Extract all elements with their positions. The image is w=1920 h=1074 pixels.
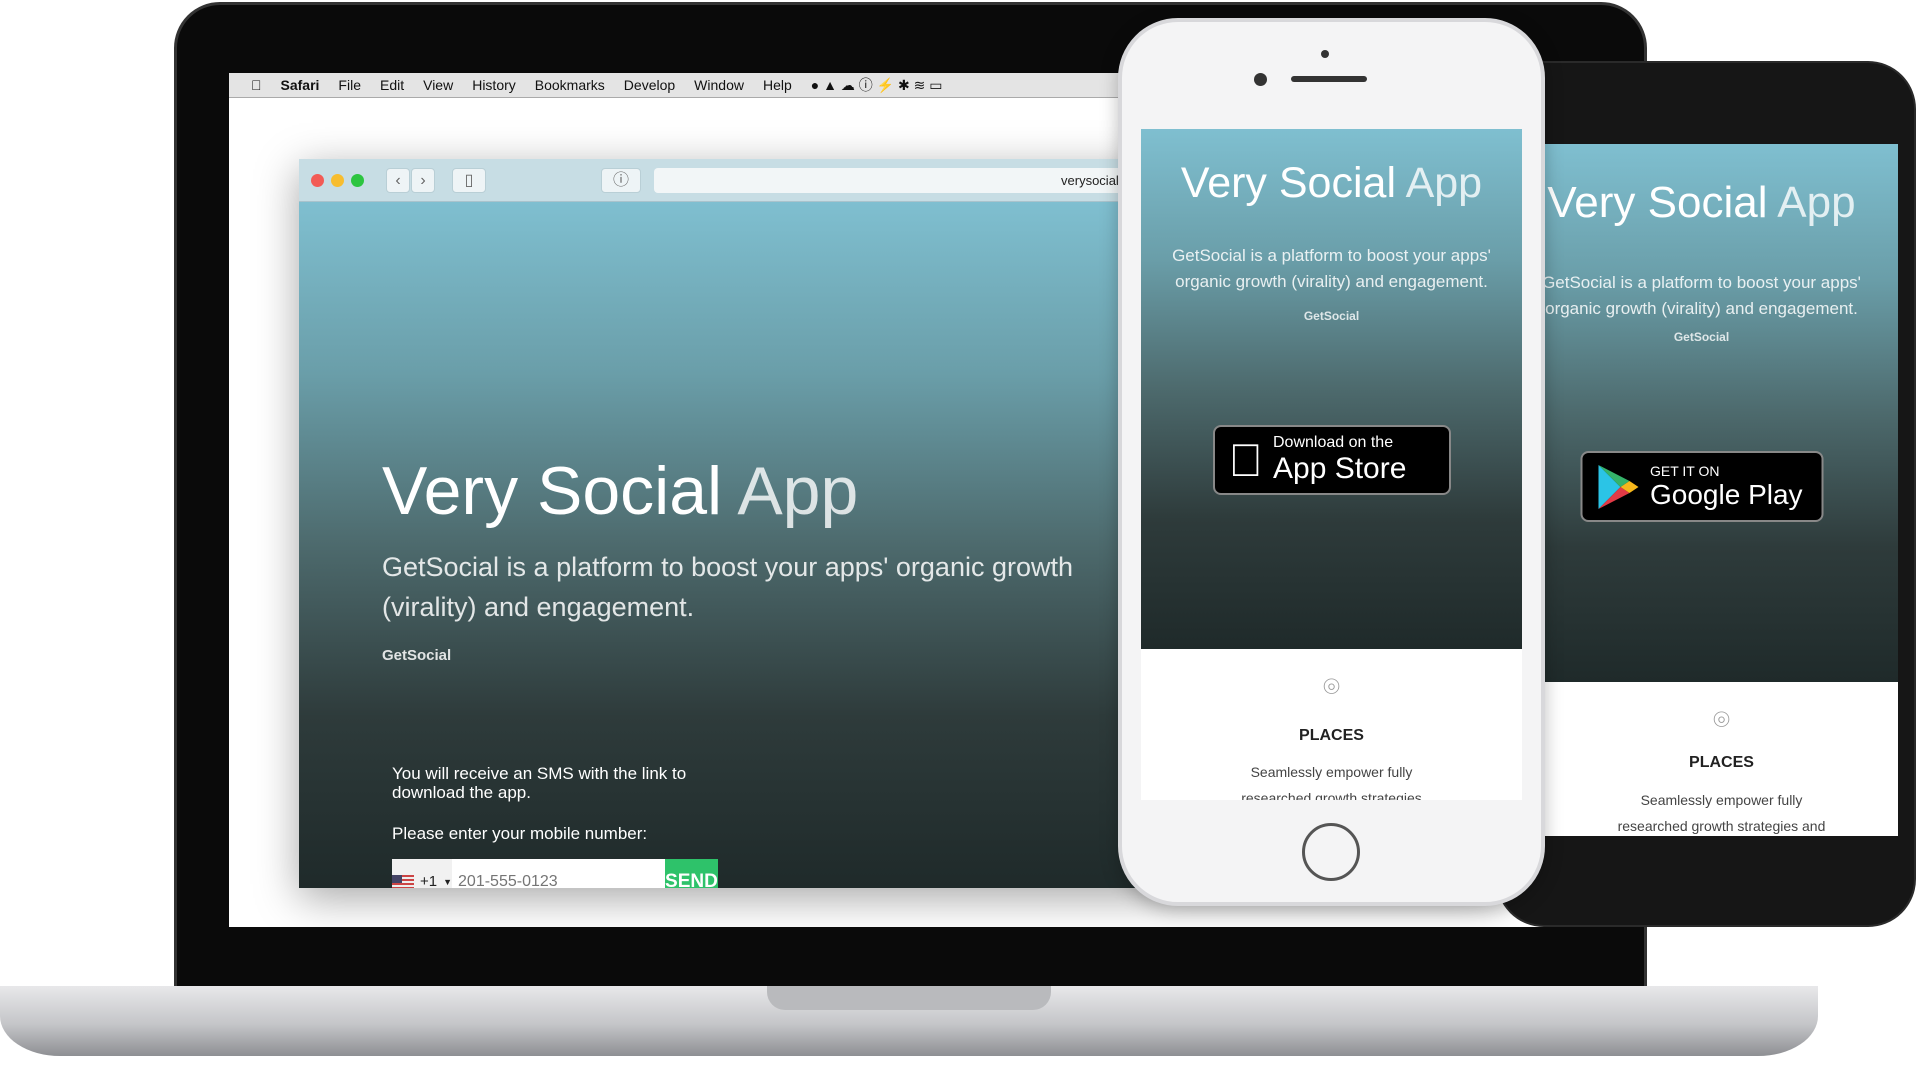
map-pin-icon: ⌾ <box>1323 671 1340 702</box>
iphone-sensor <box>1321 50 1329 58</box>
menu-file[interactable]: File <box>338 77 361 93</box>
android-hero: Very Social App GetSocial is a platform … <box>1545 144 1898 682</box>
menu-edit[interactable]: Edit <box>380 77 404 93</box>
menu-view[interactable]: View <box>423 77 453 93</box>
iphone-subtitle: GetSocial is a platform to boost your ap… <box>1172 246 1491 291</box>
android-brand: GetSocial <box>1673 330 1730 344</box>
menu-history[interactable]: History <box>472 77 516 93</box>
sms-info: You will receive an SMS with the link to… <box>392 764 687 802</box>
hero-subtitle: GetSocial is a platform to boost your ap… <box>382 552 1074 622</box>
map-pin-icon: ⌾ <box>1713 704 1730 735</box>
title-bold: Very Social <box>1180 159 1396 207</box>
sidebar-icon[interactable]: ▯ <box>452 168 486 193</box>
title-thin: App <box>737 453 859 529</box>
hero-title: Very Social App <box>382 452 858 530</box>
minimize-button[interactable] <box>331 174 344 187</box>
feature-text: Seamlessly empower fully researched grow… <box>1617 792 1826 834</box>
title-thin: App <box>1777 178 1856 227</box>
feature-text: Seamlessly empower fully researched grow… <box>1241 764 1422 800</box>
phone-prompt: Please enter your mobile number: <box>392 824 648 843</box>
title-thin: App <box>1405 159 1483 207</box>
password-icon[interactable]: ⓘ <box>601 168 641 193</box>
country-select[interactable]: +1 ▼ <box>392 859 453 888</box>
android-subtitle: GetSocial is a platform to boost your ap… <box>1545 273 1861 318</box>
badge-large-text: Google Play <box>1650 478 1803 510</box>
badge-small-text: GET IT ON <box>1650 462 1720 479</box>
apple-icon:  <box>1229 437 1264 483</box>
menu-bookmarks[interactable]: Bookmarks <box>535 77 605 93</box>
back-button[interactable]: ‹ <box>386 168 410 193</box>
badge-large-text: App Store <box>1238 452 1406 485</box>
menu-develop[interactable]: Develop <box>624 77 675 93</box>
feature-title: PLACES <box>1299 727 1364 744</box>
caret-down-icon: ▼ <box>443 876 453 887</box>
title-bold: Very Social <box>1547 178 1768 227</box>
iphone-speaker <box>1291 76 1367 82</box>
zoom-button[interactable] <box>351 174 364 187</box>
laptop-notch <box>767 986 1051 1010</box>
send-button[interactable]: SEND <box>665 859 718 888</box>
google-play-badge[interactable]: GET IT ON Google Play <box>1580 451 1823 522</box>
iphone-screen: Very Social App GetSocial is a platform … <box>1141 129 1522 800</box>
status-icons[interactable]: ● ▲ ☁ ⓘ ⚡ ✱ ≋ ▭ <box>811 75 943 95</box>
phone-input[interactable] <box>452 859 666 888</box>
apple-menu-icon[interactable]:  <box>251 77 262 93</box>
feature-title: PLACES <box>1689 754 1754 771</box>
android-title: Very Social App <box>1545 178 1898 228</box>
brand-label: GetSocial <box>382 647 452 664</box>
close-button[interactable] <box>311 174 324 187</box>
iphone-hero: Very Social App GetSocial is a platform … <box>1141 129 1522 649</box>
sms-form: +1 ▼ SEND <box>392 859 718 888</box>
title-bold: Very Social <box>382 453 723 529</box>
iphone-camera <box>1254 73 1267 86</box>
app-store-badge[interactable]:  Download on theApp Store <box>1212 425 1451 495</box>
iphone-brand: GetSocial <box>1303 309 1360 323</box>
menu-safari[interactable]: Safari <box>281 77 320 93</box>
menu-help[interactable]: Help <box>763 77 792 93</box>
google-play-icon <box>1598 464 1638 509</box>
forward-button[interactable]: › <box>411 168 435 193</box>
country-code: +1 <box>420 873 438 888</box>
android-screen: Very Social App GetSocial is a platform … <box>1545 144 1898 836</box>
iphone-title: Very Social App <box>1141 159 1522 208</box>
badge-small-text: Download on the <box>1238 434 1393 451</box>
us-flag-icon <box>392 874 414 888</box>
home-button[interactable] <box>1302 823 1360 881</box>
menu-window[interactable]: Window <box>694 77 744 93</box>
